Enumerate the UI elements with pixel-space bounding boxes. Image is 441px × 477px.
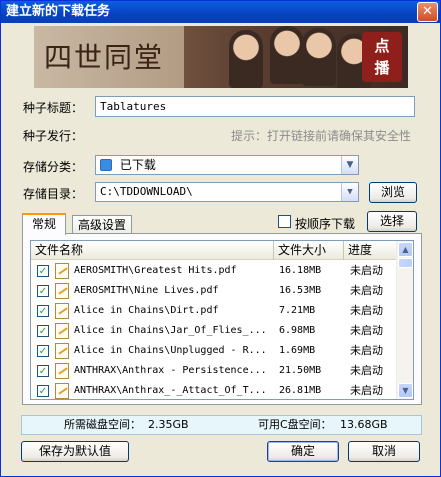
- file-checkbox[interactable]: ✓: [37, 345, 49, 357]
- pdf-file-icon: [55, 263, 69, 279]
- actor-portrait-2: [270, 26, 304, 84]
- file-checkbox[interactable]: ✓: [37, 325, 49, 337]
- torrent-title-value: Tablatures: [100, 100, 167, 113]
- file-row[interactable]: ✓ Alice in Chains\Unplugged - R... 1.69M…: [31, 341, 397, 361]
- file-status: 未启动: [350, 384, 383, 397]
- torrent-title-field[interactable]: Tablatures: [95, 96, 415, 117]
- file-size: 1.69MB: [279, 345, 316, 356]
- tab-general[interactable]: 常规: [22, 213, 66, 235]
- browse-button[interactable]: 浏览: [369, 182, 417, 203]
- scroll-up-icon[interactable]: ▲: [398, 242, 413, 257]
- file-name: Alice in Chains\Unplugged - R...: [74, 345, 267, 356]
- sequential-checkbox[interactable]: [278, 215, 291, 228]
- pdf-file-icon: [55, 303, 69, 319]
- file-size: 7.21MB: [279, 305, 316, 316]
- scroll-down-icon[interactable]: ▼: [398, 383, 413, 398]
- column-progress[interactable]: 进度: [344, 241, 397, 260]
- file-name: AEROSMITH\Greatest Hits.pdf: [74, 265, 237, 276]
- close-icon: ✕: [422, 4, 433, 19]
- file-checkbox[interactable]: ✓: [37, 385, 49, 397]
- available-space-value: 13.68GB: [340, 418, 388, 431]
- file-checkbox[interactable]: ✓: [37, 285, 49, 297]
- file-size: 16.18MB: [279, 265, 322, 276]
- save-default-button[interactable]: 保存为默认值: [21, 441, 129, 462]
- file-status: 未启动: [350, 284, 383, 297]
- file-status: 未启动: [350, 344, 383, 357]
- category-icon: [100, 159, 112, 171]
- required-space-value: 2.35GB: [148, 418, 189, 431]
- select-button[interactable]: 选择: [367, 211, 417, 232]
- sequential-label: 按顺序下载: [295, 217, 356, 231]
- file-list-header: 文件名称 文件大小 进度: [31, 241, 397, 260]
- file-size: 16.53MB: [279, 285, 322, 296]
- file-row[interactable]: ✓ Alice in Chains\Dirt.pdf 7.21MB 未启动: [31, 301, 397, 321]
- security-hint: 提示：打开链接前请确保其安全性: [231, 129, 412, 143]
- download-task-dialog: 建立新的下载任务 ✕ 四世同堂 点 播 种子标题： Tablatures 种子发…: [0, 0, 441, 477]
- pdf-file-icon: [55, 383, 69, 399]
- cancel-button[interactable]: 取消: [348, 441, 420, 462]
- category-value: 已下载: [119, 158, 156, 172]
- file-checkbox[interactable]: ✓: [37, 305, 49, 317]
- torrent-title-label: 种子标题：: [23, 101, 84, 115]
- column-file-name[interactable]: 文件名称: [31, 241, 274, 260]
- file-name: AEROSMITH\Nine Lives.pdf: [74, 285, 219, 296]
- chevron-down-icon[interactable]: ▼: [341, 183, 358, 201]
- required-space-label: 所需磁盘空间：: [64, 418, 141, 431]
- file-name: ANTHRAX\Anthrax_-_Attact_Of_T...: [74, 385, 267, 396]
- play-seal[interactable]: 点 播: [362, 32, 402, 82]
- close-button[interactable]: ✕: [417, 2, 438, 22]
- file-list-scrollbar[interactable]: ▲ ▼: [396, 241, 413, 399]
- file-name: Alice in Chains\Jar_Of_Flies_...: [74, 325, 267, 336]
- file-row[interactable]: ✓ AEROSMITH\Nine Lives.pdf 16.53MB 未启动: [31, 281, 397, 301]
- pdf-file-icon: [55, 343, 69, 359]
- torrent-publisher-label: 种子发行：: [23, 129, 84, 143]
- ok-button[interactable]: 确定: [267, 441, 339, 462]
- window-title: 建立新的下载任务: [6, 4, 111, 19]
- file-status: 未启动: [350, 364, 383, 377]
- actor-portrait-1: [229, 30, 263, 88]
- pdf-file-icon: [55, 323, 69, 339]
- save-dir-select[interactable]: C:\TDDOWNLOAD\ ▼: [95, 182, 359, 202]
- file-status: 未启动: [350, 324, 383, 337]
- banner-title: 四世同堂: [44, 41, 165, 74]
- file-list[interactable]: 文件名称 文件大小 进度 ✓ AEROSMITH\Greatest Hits.p…: [30, 240, 414, 400]
- file-checkbox[interactable]: ✓: [37, 265, 49, 277]
- file-status: 未启动: [350, 304, 383, 317]
- pdf-file-icon: [55, 363, 69, 379]
- file-size: 26.81MB: [279, 385, 322, 396]
- save-dir-label: 存储目录：: [23, 187, 84, 201]
- file-row[interactable]: ✓ Alice in Chains\Jar_Of_Flies_... 6.98M…: [31, 321, 397, 341]
- tab-advanced[interactable]: 高级设置: [72, 215, 132, 235]
- pdf-file-icon: [55, 283, 69, 299]
- available-space-label: 可用C盘空间：: [258, 418, 332, 431]
- file-row[interactable]: ✓ AEROSMITH\Greatest Hits.pdf 16.18MB 未启…: [31, 261, 397, 281]
- title-bar[interactable]: 建立新的下载任务 ✕: [1, 1, 440, 23]
- seal-text: 点 播: [374, 37, 390, 77]
- file-name: ANTHRAX\Anthrax - Persistence...: [74, 365, 267, 376]
- column-file-size[interactable]: 文件大小: [274, 241, 344, 260]
- scroll-thumb[interactable]: [398, 258, 413, 268]
- save-dir-value: C:\TDDOWNLOAD\: [100, 185, 193, 198]
- file-row[interactable]: ✓ ANTHRAX\Anthrax_-_Attact_Of_T... 26.81…: [31, 381, 397, 399]
- chevron-down-icon[interactable]: ▼: [341, 156, 358, 174]
- actor-portrait-3: [302, 28, 336, 86]
- file-checkbox[interactable]: ✓: [37, 365, 49, 377]
- category-select[interactable]: 已下载 ▼: [95, 155, 359, 175]
- advertisement-banner[interactable]: 四世同堂 点 播: [34, 26, 408, 88]
- file-name: Alice in Chains\Dirt.pdf: [74, 305, 219, 316]
- file-size: 6.98MB: [279, 325, 316, 336]
- file-size: 21.50MB: [279, 365, 322, 376]
- file-status: 未启动: [350, 264, 383, 277]
- disk-space-bar: 所需磁盘空间： 2.35GB 可用C盘空间： 13.68GB: [21, 415, 422, 435]
- file-row[interactable]: ✓ ANTHRAX\Anthrax - Persistence... 21.50…: [31, 361, 397, 381]
- category-label: 存储分类：: [23, 160, 84, 174]
